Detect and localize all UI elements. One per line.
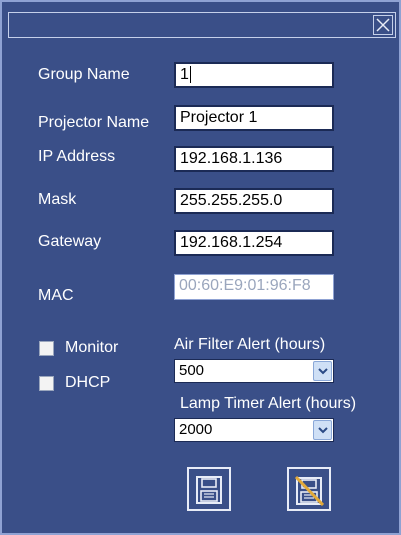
monitor-checkbox[interactable] [39,341,54,356]
projector-name-label: Projector Name [38,114,150,131]
chevron-down-icon [317,368,328,375]
title-bar [8,12,396,38]
projector-settings-dialog: Group Name 1 Projector Name Projector 1 … [0,0,401,535]
mac-field: 00:60:E9:01:96:F8 [174,274,334,300]
text-cursor [189,66,191,84]
projector-name-field[interactable]: Projector 1 [174,105,334,131]
air-filter-alert-value: 500 [179,362,205,379]
air-filter-alert-label: Air Filter Alert (hours) [174,336,326,353]
ip-address-label: IP Address [38,148,116,165]
ip-address-field[interactable]: 192.168.1.136 [174,146,334,172]
close-button[interactable] [373,15,393,35]
gateway-field[interactable]: 192.168.1.254 [174,230,334,256]
floppy-disk-icon [196,476,222,504]
gateway-label: Gateway [38,233,102,250]
air-filter-alert-select[interactable]: 500 [174,359,334,383]
monitor-label: Monitor [65,339,119,356]
group-name-value: 1 [180,66,189,83]
mac-label: MAC [38,287,74,304]
mask-field[interactable]: 255.255.255.0 [174,188,334,214]
dhcp-label: DHCP [65,374,111,391]
discard-button[interactable] [287,467,331,511]
lamp-timer-dropdown-button[interactable] [313,420,332,440]
dhcp-checkbox[interactable] [39,376,54,391]
group-name-label: Group Name [38,66,130,83]
save-button[interactable] [187,467,231,511]
mask-label: Mask [38,191,77,208]
lamp-timer-alert-select[interactable]: 2000 [174,418,334,442]
close-icon [376,18,390,32]
chevron-down-icon [317,427,328,434]
lamp-timer-alert-value: 2000 [179,421,213,438]
group-name-field[interactable]: 1 [174,62,334,88]
air-filter-dropdown-button[interactable] [313,361,332,381]
floppy-disk-crossed-icon [294,476,324,506]
lamp-timer-alert-label: Lamp Timer Alert (hours) [180,395,357,412]
